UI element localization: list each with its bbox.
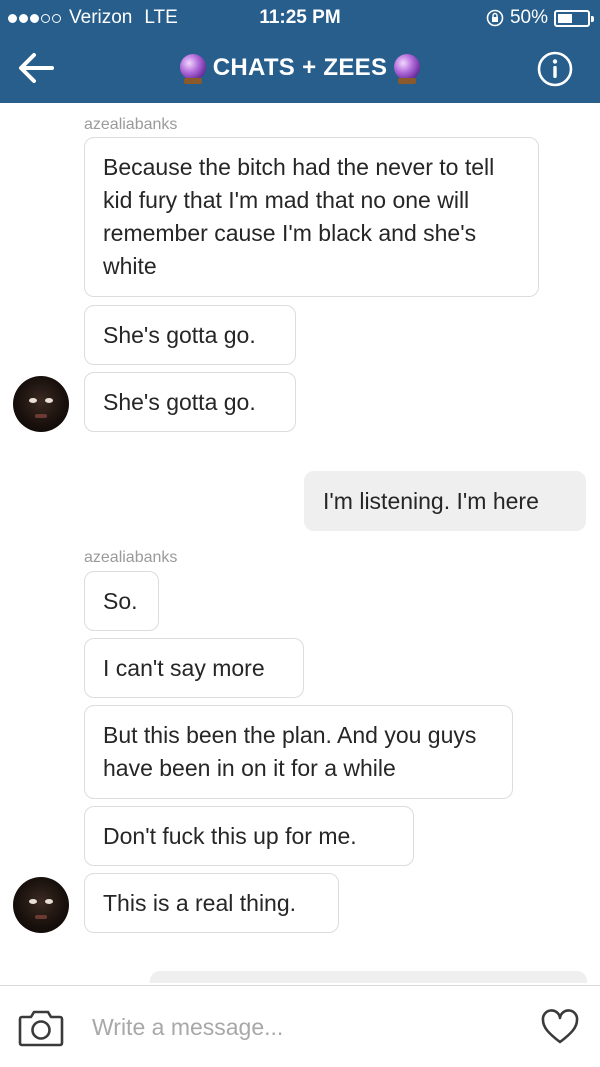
avatar[interactable] xyxy=(13,877,69,933)
heart-icon[interactable] xyxy=(540,1008,580,1046)
message-bubble[interactable]: This is a real thing. xyxy=(84,873,339,933)
rotation-lock-icon xyxy=(486,9,504,27)
sender-name: azealiabanks xyxy=(84,116,178,133)
nav-bar: CHATS + ZEES xyxy=(0,36,600,103)
status-bar: Verizon LTE 11:25 PM 50% xyxy=(0,0,600,36)
chat-title-text: CHATS + ZEES xyxy=(212,54,388,81)
avatar[interactable] xyxy=(13,376,69,432)
battery-icon xyxy=(554,9,594,27)
battery-info: 50% xyxy=(486,7,594,29)
battery-percent: 50% xyxy=(509,7,548,28)
message-bubble[interactable]: But this been the plan. And you guys hav… xyxy=(84,705,513,799)
message-composer xyxy=(0,985,600,1067)
message-thread[interactable]: azealiabanks Because the bitch had the n… xyxy=(0,103,600,983)
own-message-bubble[interactable]: I'm listening. I'm here xyxy=(304,471,586,531)
crystal-ball-icon xyxy=(179,54,206,84)
message-bubble[interactable]: Don't fuck this up for me. xyxy=(84,806,414,866)
sender-name: azealiabanks xyxy=(84,549,178,566)
crystal-ball-icon xyxy=(394,54,421,84)
camera-icon[interactable] xyxy=(18,1007,64,1047)
chat-title[interactable]: CHATS + ZEES xyxy=(0,54,600,84)
message-bubble[interactable]: I can't say more xyxy=(84,638,304,698)
message-bubble[interactable]: She's gotta go. xyxy=(84,305,296,365)
message-bubble[interactable]: She's gotta go. xyxy=(84,372,296,432)
info-icon[interactable] xyxy=(536,50,574,88)
message-input[interactable] xyxy=(92,1010,512,1044)
message-bubble[interactable]: So. xyxy=(84,571,159,631)
app-header: Verizon LTE 11:25 PM 50% CHATS + ZEES xyxy=(0,0,600,103)
own-message-bubble-partial xyxy=(150,971,587,983)
message-bubble[interactable]: Because the bitch had the never to tell … xyxy=(84,137,539,297)
